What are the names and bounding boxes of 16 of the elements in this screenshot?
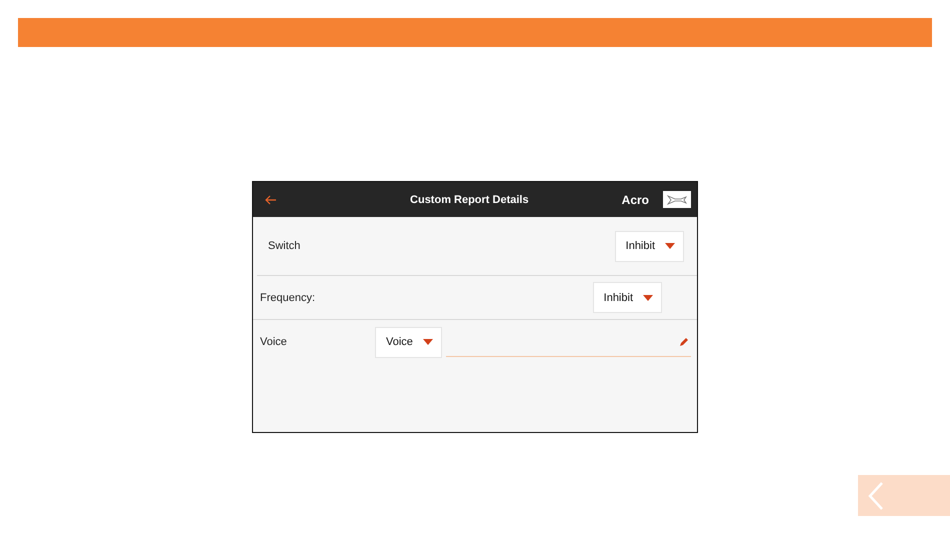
model-image[interactable] bbox=[663, 191, 691, 208]
caret-icon bbox=[643, 294, 653, 300]
dropdown[interactable]: Voice bbox=[375, 326, 442, 358]
dropdown[interactable]: Inhibit bbox=[592, 282, 662, 313]
setting-label: Frequency: bbox=[260, 292, 316, 304]
setting-label: Switch bbox=[268, 240, 300, 252]
back-arrow-icon[interactable] bbox=[265, 194, 277, 204]
dropdown[interactable]: Inhibit bbox=[614, 230, 684, 262]
airplane-icon bbox=[666, 194, 688, 206]
screen-title: Custom Report Details bbox=[409, 194, 530, 206]
model-name: Acro bbox=[622, 192, 649, 206]
pencil-icon bbox=[679, 336, 689, 346]
caret-icon bbox=[665, 243, 675, 249]
setting-label: Voice bbox=[260, 336, 288, 348]
chevron-left-icon bbox=[868, 482, 884, 510]
caret-icon bbox=[422, 339, 433, 345]
